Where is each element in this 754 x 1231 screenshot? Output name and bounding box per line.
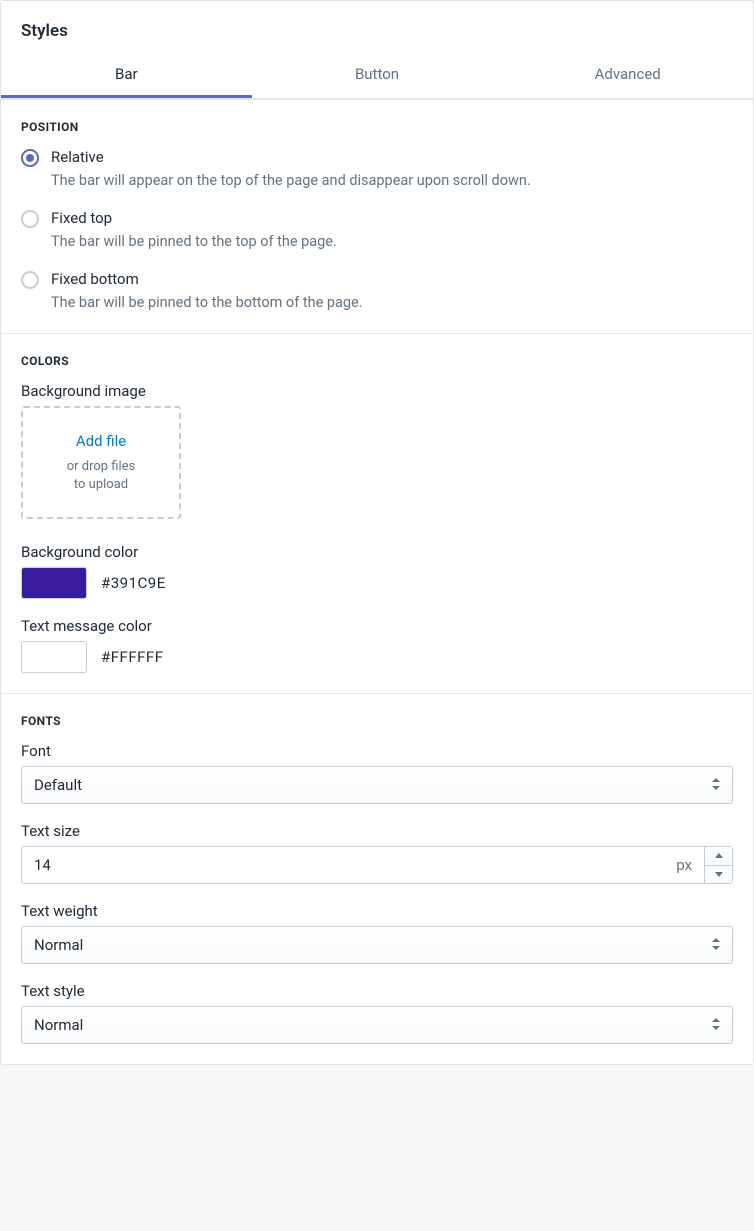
text-color-swatch[interactable] xyxy=(21,641,87,673)
radio-body: Fixed top The bar will be pinned to the … xyxy=(51,209,337,252)
panel-title: Styles xyxy=(1,1,753,51)
dropzone-hint-line1: or drop files xyxy=(67,459,136,474)
text-color-value: #FFFFFF xyxy=(101,648,163,666)
text-color-row: #FFFFFF xyxy=(21,641,733,673)
font-select[interactable]: Default xyxy=(21,766,733,804)
bg-color-value: #391C9E xyxy=(101,574,166,592)
section-colors: COLORS Background image Add file or drop… xyxy=(1,333,753,693)
select-caret-icon xyxy=(712,778,720,792)
tabs-row: Bar Button Advanced xyxy=(1,51,753,99)
font-label: Font xyxy=(21,742,733,760)
radio-label-fixed-top[interactable]: Fixed top xyxy=(51,209,337,227)
radio-body: Relative The bar will appear on the top … xyxy=(51,148,531,191)
stepper-up-button[interactable] xyxy=(705,847,732,865)
tab-advanced[interactable]: Advanced xyxy=(502,51,753,98)
text-size-value: 14 xyxy=(34,856,51,874)
text-style-label: Text style xyxy=(21,982,733,1000)
select-caret-icon xyxy=(712,938,720,952)
radio-item-fixed-top: Fixed top The bar will be pinned to the … xyxy=(21,209,733,252)
section-fonts: FONTS Font Default Text size 14 px xyxy=(1,693,753,1064)
radio-relative[interactable] xyxy=(21,149,39,167)
radio-fixed-top[interactable] xyxy=(21,210,39,228)
text-size-row: 14 px xyxy=(21,846,733,884)
text-weight-field: Text weight Normal xyxy=(21,902,733,964)
bg-color-label: Background color xyxy=(21,543,733,561)
section-title-colors: COLORS xyxy=(21,354,733,368)
radio-label-relative[interactable]: Relative xyxy=(51,148,531,166)
position-radio-group: Relative The bar will appear on the top … xyxy=(21,148,733,313)
section-position: POSITION Relative The bar will appear on… xyxy=(1,99,753,333)
select-caret-icon xyxy=(712,1018,720,1032)
text-size-stepper xyxy=(705,846,733,884)
radio-label-fixed-bottom[interactable]: Fixed bottom xyxy=(51,270,363,288)
radio-item-fixed-bottom: Fixed bottom The bar will be pinned to t… xyxy=(21,270,733,313)
bg-image-label: Background image xyxy=(21,382,733,400)
font-select-value: Default xyxy=(34,776,82,794)
text-style-value: Normal xyxy=(34,1016,83,1034)
text-size-field: Text size 14 px xyxy=(21,822,733,884)
tab-button[interactable]: Button xyxy=(252,51,503,98)
section-title-fonts: FONTS xyxy=(21,714,733,728)
dropzone-hint-line2: to upload xyxy=(74,477,128,492)
radio-body: Fixed bottom The bar will be pinned to t… xyxy=(51,270,363,313)
text-weight-select[interactable]: Normal xyxy=(21,926,733,964)
text-weight-value: Normal xyxy=(34,936,83,954)
radio-desc-relative: The bar will appear on the top of the pa… xyxy=(51,170,531,191)
tab-bar[interactable]: Bar xyxy=(1,51,252,98)
font-field: Font Default xyxy=(21,742,733,804)
dropzone-hint: or drop files to upload xyxy=(33,458,169,493)
bg-image-dropzone[interactable]: Add file or drop files to upload xyxy=(21,406,181,519)
radio-desc-fixed-top: The bar will be pinned to the top of the… xyxy=(51,231,337,252)
bg-color-row: #391C9E xyxy=(21,567,733,599)
text-style-field: Text style Normal xyxy=(21,982,733,1044)
radio-desc-fixed-bottom: The bar will be pinned to the bottom of … xyxy=(51,292,363,313)
text-size-unit: px xyxy=(676,856,692,874)
bg-color-swatch[interactable] xyxy=(21,567,87,599)
text-size-input[interactable]: 14 px xyxy=(21,846,705,884)
radio-item-relative: Relative The bar will appear on the top … xyxy=(21,148,733,191)
stepper-down-button[interactable] xyxy=(705,865,732,884)
add-file-link[interactable]: Add file xyxy=(33,432,169,450)
text-style-select[interactable]: Normal xyxy=(21,1006,733,1044)
text-weight-label: Text weight xyxy=(21,902,733,920)
section-title-position: POSITION xyxy=(21,120,733,134)
text-size-label: Text size xyxy=(21,822,733,840)
text-color-label: Text message color xyxy=(21,617,733,635)
radio-fixed-bottom[interactable] xyxy=(21,271,39,289)
styles-panel: Styles Bar Button Advanced POSITION Rela… xyxy=(0,0,754,1065)
